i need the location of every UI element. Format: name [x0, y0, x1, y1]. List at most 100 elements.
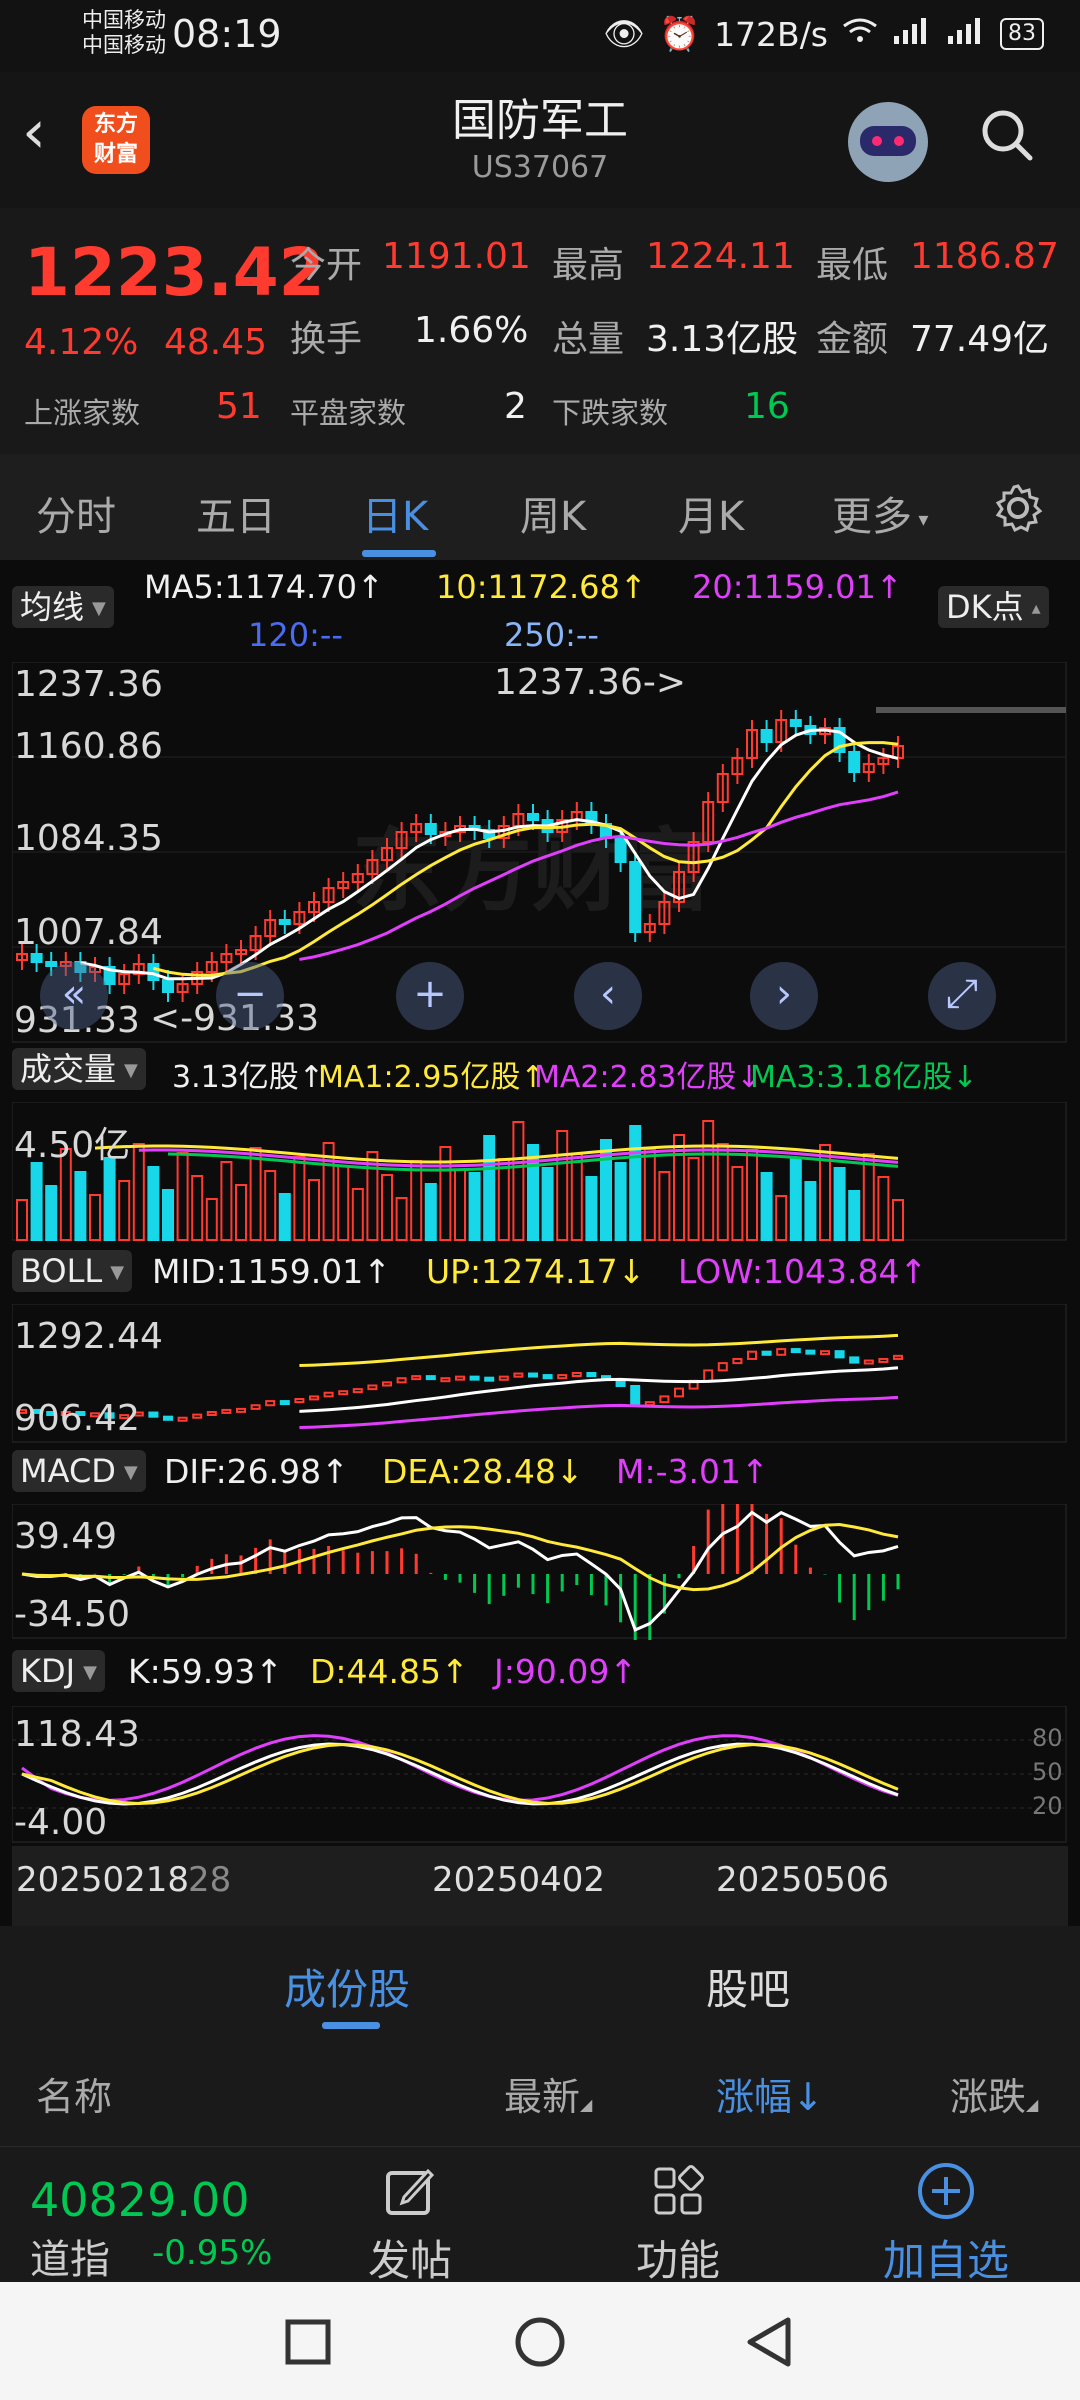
tab-daily-k[interactable]: 日K — [362, 484, 428, 542]
volume-bar — [395, 1197, 408, 1241]
zoom-icon[interactable]: ⤢ — [928, 962, 996, 1030]
settings-icon[interactable] — [992, 482, 1044, 534]
volume-selector[interactable]: 成交量 ▼ — [12, 1048, 146, 1090]
tab-monthly-k[interactable]: 月K — [678, 484, 744, 542]
tab-constituents[interactable]: 成份股 — [284, 1956, 410, 2017]
volume-bar — [381, 1174, 393, 1241]
search-icon[interactable] — [980, 108, 1034, 162]
col-name[interactable]: 名称 — [36, 2066, 112, 2121]
boll-candle — [484, 1376, 495, 1382]
boll-candle — [250, 1404, 261, 1410]
volume-bar — [541, 1167, 554, 1241]
signal-icon-2 — [946, 15, 986, 54]
tab-five-day[interactable]: 五日 — [196, 484, 276, 542]
date-1: 20250218 — [16, 1860, 190, 1900]
macd-dea: DEA:28.48↓ — [382, 1452, 584, 1491]
volume-bar — [789, 1158, 802, 1241]
kdj-j: J:90.09↑ — [494, 1652, 637, 1691]
edit-icon — [386, 2168, 435, 2215]
back-nav-icon[interactable] — [744, 2316, 794, 2368]
flat-count-label: 平盘家数 — [290, 396, 407, 430]
macd-axis-bottom: -34.50 — [14, 1594, 131, 1635]
tab-forum[interactable]: 股吧 — [706, 1956, 790, 2017]
function-button[interactable]: 功能 — [598, 2155, 758, 2288]
boll-candle — [528, 1372, 538, 1378]
next-icon[interactable]: › — [750, 962, 818, 1030]
volume-bar — [658, 1171, 671, 1241]
boll-candle — [192, 1413, 203, 1419]
chart-area[interactable]: 均线 ▼ MA5:1174.70↑ 10:1172.68↑ 20:1159.01↑… — [0, 560, 1080, 1926]
volume-bar — [220, 1161, 233, 1241]
candle-body — [848, 751, 861, 773]
dk-button[interactable]: DK点 ▴ — [938, 586, 1049, 628]
carrier-2: 中国移动 — [82, 33, 166, 57]
boll-candle — [367, 1384, 378, 1391]
zoom-in-icon[interactable]: + — [396, 962, 464, 1030]
index-value[interactable]: 40829.00 — [30, 2173, 250, 2227]
boll-candle — [834, 1350, 845, 1359]
boll-candle — [878, 1357, 889, 1363]
volume-bar — [293, 1156, 306, 1241]
boll-candle — [279, 1400, 290, 1406]
clock: 08:19 — [172, 12, 282, 56]
boll-candle — [352, 1388, 363, 1394]
col-change[interactable]: 涨跌◢ — [950, 2066, 1038, 2121]
volume-bar — [337, 1165, 350, 1241]
volume-bar — [483, 1135, 496, 1241]
battery-icon: 83 — [1000, 18, 1044, 50]
assistant-avatar-icon[interactable] — [848, 102, 928, 182]
tab-intraday[interactable]: 分时 — [36, 484, 116, 542]
volume-bar — [585, 1176, 598, 1241]
ma-selector[interactable]: 均线 ▼ — [12, 586, 114, 628]
candle-body — [789, 719, 802, 727]
scroll-left-icon[interactable]: « — [40, 962, 108, 1030]
home-icon[interactable] — [514, 2316, 566, 2368]
boll-candle — [863, 1359, 874, 1365]
volume-bar — [424, 1183, 437, 1241]
volume-bar — [833, 1167, 846, 1241]
boll-candle — [148, 1411, 159, 1418]
volume-value: 3.13亿股 — [646, 319, 799, 360]
kdj-selector[interactable]: KDJ ▼ — [12, 1650, 105, 1692]
boll-candle — [382, 1381, 392, 1387]
volume-ma3: MA3:3.18亿股↓ — [750, 1060, 978, 1095]
col-change-pct[interactable]: 涨幅↓ — [716, 2066, 824, 2121]
app-header: ‹ 东方 财富 国防军工 US37067 — [0, 72, 1080, 208]
kline-axis-3: 1007.84 — [14, 912, 163, 953]
volume-bar — [89, 1194, 101, 1241]
volume-bar — [264, 1170, 277, 1241]
volume-bar — [454, 1169, 466, 1241]
boll-selector[interactable]: BOLL ▼ — [12, 1250, 133, 1292]
boll-candle — [163, 1415, 173, 1421]
volume-bar — [614, 1162, 627, 1241]
post-button[interactable]: 发帖 — [330, 2155, 490, 2288]
signal-icon — [892, 15, 932, 54]
period-tabs: 分时 五日 日K 周K 月K 更多 ▾ — [0, 454, 1080, 560]
candle-body — [424, 823, 437, 835]
current-price: 1223.42 — [24, 234, 325, 311]
recents-icon[interactable] — [284, 2318, 332, 2366]
boll-candle — [571, 1372, 582, 1377]
ma120-label: 120:-- — [248, 616, 343, 654]
up-count-label: 上涨家数 — [24, 396, 141, 430]
col-latest[interactable]: 最新◢ — [504, 2066, 592, 2121]
volume-bar — [191, 1175, 204, 1241]
boll-candle — [820, 1350, 830, 1356]
date-4: 20250506 — [716, 1860, 890, 1900]
volume-bar — [235, 1184, 247, 1241]
add-watchlist-button[interactable]: 加自选 — [866, 2155, 1026, 2288]
tab-weekly-k[interactable]: 周K — [520, 484, 586, 542]
zoom-out-icon[interactable]: − — [216, 962, 284, 1030]
tab-more[interactable]: 更多 ▾ — [832, 484, 928, 542]
ma5-label: MA5:1174.70↑ — [144, 568, 384, 606]
kdj-chart — [12, 1706, 1067, 1843]
candle-body — [527, 813, 539, 821]
volume-bar — [716, 1143, 729, 1241]
macd-selector[interactable]: MACD ▼ — [12, 1450, 146, 1492]
volume-bar — [468, 1172, 481, 1241]
boll-candle — [674, 1387, 684, 1398]
index-name[interactable]: 道指 — [30, 2227, 110, 2285]
volume-bar — [205, 1198, 218, 1241]
prev-icon[interactable]: ‹ — [574, 962, 642, 1030]
kline-axis-1: 1160.86 — [14, 726, 163, 767]
